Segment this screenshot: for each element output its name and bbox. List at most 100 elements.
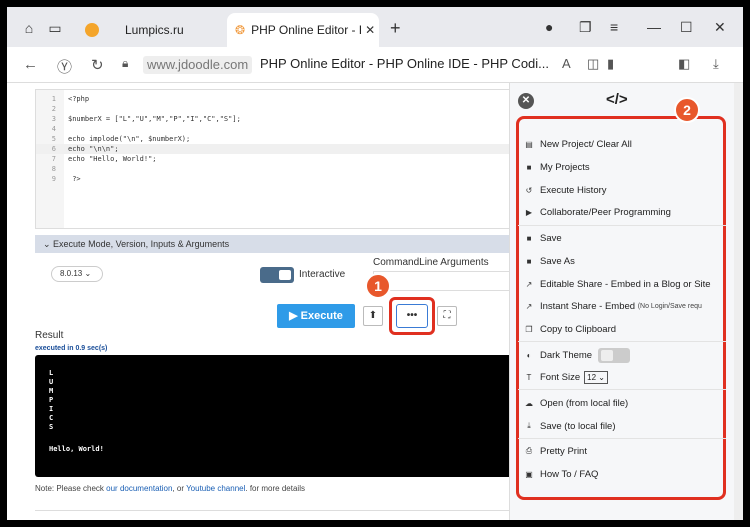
panel-scrollbar[interactable] [734, 83, 743, 520]
reload-icon[interactable]: ↻ [91, 56, 104, 74]
tab-bar: ⌂ ▭ Lumpics.ru ❂ PHP Online Editor - PHP… [7, 7, 743, 47]
code-line: 2 [51, 105, 56, 113]
version-select[interactable]: 8.0.13 ⌄ [51, 266, 103, 282]
execution-time: executed in 0.9 sec(s) [35, 345, 108, 352]
page-title: PHP Online Editor - PHP Online IDE - PHP… [260, 56, 550, 71]
step-badge-2: 2 [674, 97, 700, 123]
jdoodle-logo: </> [606, 91, 628, 108]
bottom-divider [35, 510, 515, 520]
jdoodle-favicon-icon: ❂ [235, 23, 246, 37]
menu-new-project[interactable]: ▤ New Project/ Clear All [524, 137, 632, 151]
reader-icon[interactable]: ◫ [587, 56, 599, 72]
add-folder-icon[interactable]: ▭ [45, 19, 65, 37]
output-line: Hello, World! [49, 445, 104, 453]
close-window-icon[interactable]: ✕ [714, 19, 726, 36]
share-icon: ↗ [525, 301, 533, 311]
menu-divider [518, 225, 726, 226]
menu-dark-theme[interactable]: ◐ Dark Theme [524, 346, 631, 364]
output-line: S [49, 423, 54, 431]
download-icon[interactable]: ⤓ [713, 56, 719, 72]
collections-icon[interactable]: ❐ [579, 19, 592, 36]
version-value: 8.0.13 [60, 269, 83, 278]
output-console: L U M P I C S Hello, World! [35, 355, 515, 477]
output-line: U [49, 378, 54, 386]
menu-instant-share[interactable]: ↗ Instant Share - Embed (No Login/Save re… [524, 299, 702, 313]
font-icon: T [526, 372, 532, 382]
footer-note: Note: Please check our documentation, or… [35, 484, 305, 493]
menu-font-size: T Font Size 12 ⌄ [524, 370, 608, 384]
menu-open-local[interactable]: ☁ Open (from local file) [524, 396, 628, 410]
bookmark-icon[interactable]: ▮ [607, 56, 614, 72]
menu-save-local[interactable]: ⤓ Save (to local file) [524, 419, 615, 433]
book-icon: ▣ [525, 469, 533, 479]
moon-icon: ◐ [526, 350, 532, 360]
code-line: 4 [51, 125, 56, 133]
tab-lumpics[interactable]: Lumpics.ru [77, 13, 227, 47]
menu-copy-clipboard[interactable]: ❐ Copy to Clipboard [524, 322, 616, 336]
yandex-icon[interactable]: Ⓨ [57, 56, 72, 77]
menu-save[interactable]: ■ Save [524, 231, 562, 245]
minimize-icon[interactable]: — [647, 19, 661, 35]
highlight-box [389, 297, 435, 335]
menu-how-to[interactable]: ▣ How To / FAQ [524, 467, 598, 481]
download-icon: ⤓ [527, 421, 531, 430]
menu-icon[interactable]: ≡ [610, 19, 618, 35]
copy-icon: ❐ [525, 324, 533, 334]
close-panel-icon[interactable]: ✕ [518, 93, 534, 109]
menu-execute-history[interactable]: ↺ Execute History [524, 183, 607, 197]
code-line: 9 ?> [51, 175, 81, 183]
lock-icon: 🔒︎ [122, 56, 129, 70]
menu-divider [518, 341, 726, 342]
browser-window: ⌂ ▭ Lumpics.ru ❂ PHP Online Editor - PHP… [7, 7, 743, 520]
tab-jdoodle[interactable]: ❂ PHP Online Editor - PHP ✕ [227, 13, 379, 47]
code-editor[interactable]: 1 <?php 2 3 $numberX = ["L","U","M","P","I… [35, 89, 516, 229]
fullscreen-button[interactable]: ⛶ [437, 306, 457, 326]
upload-icon: ☁ [525, 398, 533, 408]
cmd-args-label: CommandLine Arguments [373, 257, 489, 268]
menu-save-as[interactable]: ■ Save As [524, 254, 575, 268]
folder-icon: ■ [526, 256, 532, 266]
code-line: 1 <?php [51, 95, 90, 103]
code-line-active: 6 echo "\n\n"; [36, 144, 516, 154]
new-tab-button[interactable]: + [390, 19, 401, 37]
menu-editable-share[interactable]: ↗ Editable Share - Embed in a Blog or Sit… [524, 277, 711, 291]
output-line: P [49, 396, 54, 404]
home-icon[interactable]: ⌂ [19, 19, 39, 37]
dark-theme-toggle[interactable] [598, 347, 631, 363]
history-icon: ↺ [525, 185, 533, 195]
output-line: L [49, 369, 54, 377]
accordion-label: Execute Mode, Version, Inputs & Argument… [53, 239, 230, 249]
code-line: 3 $numberX = ["L","U","M","P","I","C","S"… [51, 115, 241, 123]
menu-divider [518, 389, 726, 390]
folder-icon: ■ [526, 162, 532, 172]
youtube-link[interactable]: Youtube channel [186, 484, 245, 493]
close-tab-icon[interactable]: ✕ [365, 23, 375, 37]
translate-icon[interactable]: A [562, 56, 571, 71]
code-line: 7 echo "Hello, World!"; [51, 155, 157, 163]
cmd-args-input[interactable] [373, 271, 515, 291]
instant-share-note: (No Login/Save requ [637, 302, 702, 310]
lumpics-favicon-icon [85, 23, 99, 37]
menu-pretty-print[interactable]: ⎙ Pretty Print [524, 444, 587, 458]
code-line: 8 [51, 165, 56, 173]
documentation-link[interactable]: our documentation [106, 484, 172, 493]
menu-my-projects[interactable]: ■ My Projects [524, 160, 590, 174]
profile-icon[interactable]: ● [545, 19, 553, 35]
menu-collaborate[interactable]: ▶ Collaborate/Peer Programming [524, 205, 671, 219]
url-field[interactable]: www.jdoodle.com [143, 56, 253, 74]
file-icon: ▤ [525, 139, 533, 149]
output-line: I [49, 405, 54, 413]
extensions-icon[interactable]: ◧ [678, 56, 690, 72]
execute-mode-accordion[interactable]: ⌄ Execute Mode, Version, Inputs & Argume… [35, 235, 515, 253]
execute-button[interactable]: ▶ Execute [277, 304, 355, 328]
font-size-select[interactable]: 12 ⌄ [584, 370, 608, 384]
tab-label: PHP Online Editor - PHP [251, 23, 361, 37]
tab-label: Lumpics.ru [125, 23, 184, 37]
maximize-icon[interactable]: ☐ [680, 19, 693, 36]
back-icon[interactable]: ← [23, 56, 38, 73]
upload-file-button[interactable]: ⬆ [363, 306, 383, 326]
output-line: C [49, 414, 54, 422]
interactive-toggle[interactable] [260, 267, 294, 283]
print-icon: ⎙ [525, 446, 533, 455]
code-line: 5 echo implode("\n", $numberX); [51, 135, 191, 143]
